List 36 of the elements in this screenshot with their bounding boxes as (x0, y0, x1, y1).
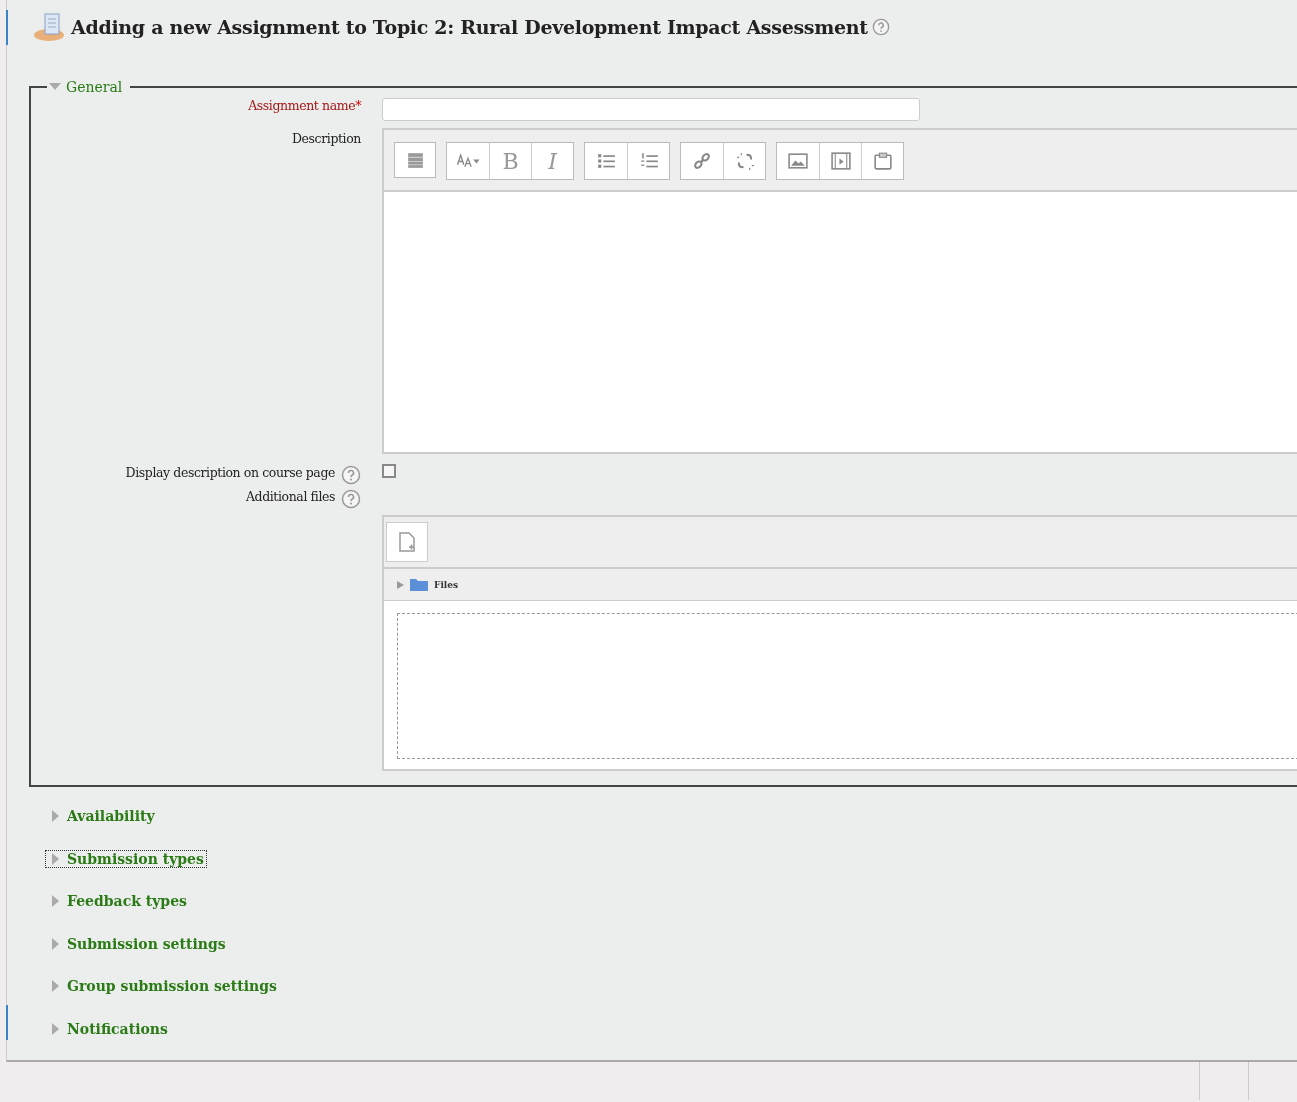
input-field[interactable] (382, 98, 920, 121)
collapsed-triangle-icon (51, 895, 61, 907)
field-label: Additional files (245, 489, 335, 504)
expand-triangle-icon[interactable] (397, 580, 404, 589)
clipboard-icon (871, 150, 894, 172)
expanded-triangle-icon (49, 83, 61, 91)
collapsed-triangle-icon (51, 980, 61, 992)
add-file-button[interactable] (386, 522, 428, 562)
image-icon (787, 150, 809, 172)
file-icon (398, 532, 416, 552)
link-icon (691, 150, 713, 172)
help-icon[interactable] (341, 465, 361, 485)
help-icon[interactable] (871, 18, 890, 36)
table-button[interactable] (394, 142, 436, 178)
collapsed-triangle-icon (51, 937, 61, 950)
document-icon (33, 12, 67, 42)
section-header[interactable]: Feedback types (45, 892, 190, 910)
section-header[interactable]: Notifications (45, 1019, 171, 1038)
field-label: Assignment name* (248, 98, 361, 113)
film-icon (829, 150, 852, 172)
field-label: Display description on course page (125, 465, 335, 480)
collapsed-triangle-icon (51, 852, 61, 865)
collapsed-triangle-icon (51, 810, 61, 822)
folder-icon (410, 578, 428, 591)
section-header[interactable]: Availability (45, 807, 158, 825)
collapsed-triangle-icon (51, 1022, 61, 1035)
section-header[interactable]: Submission settings (45, 934, 229, 953)
section-header[interactable]: Submission types (45, 849, 207, 868)
help-icon[interactable] (341, 489, 361, 509)
checkbox[interactable] (382, 464, 396, 478)
legend-toggle[interactable]: General (47, 79, 131, 95)
field-label: Description (292, 131, 361, 146)
page-title: Adding a new Assignment to Topic 2: Rural Development Impact Assessment (71, 16, 868, 38)
text-editor[interactable]: B I (382, 128, 1297, 454)
folder-label[interactable]: Files (434, 579, 459, 590)
section-header[interactable]: Group submission settings (45, 977, 280, 995)
